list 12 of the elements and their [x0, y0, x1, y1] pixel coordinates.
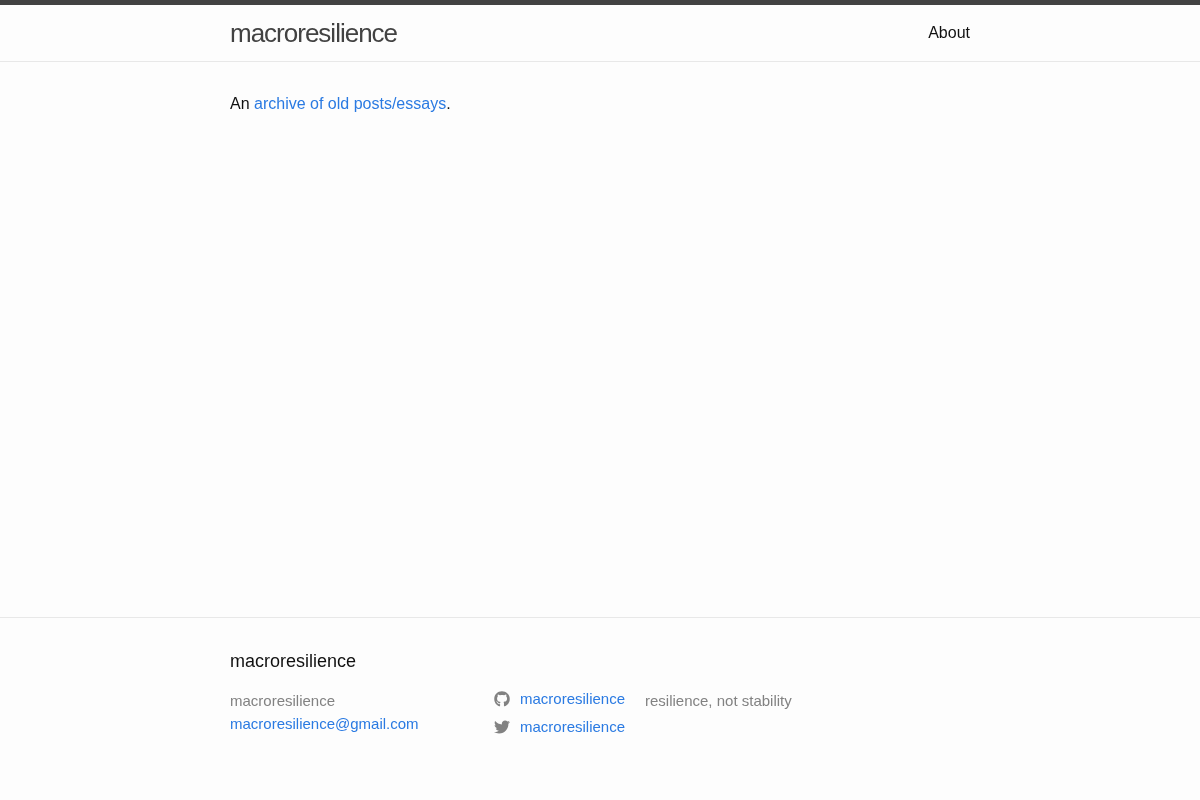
- social-link[interactable]: macroresilience: [520, 687, 626, 711]
- site-title[interactable]: macroresilience: [230, 5, 398, 61]
- intro-text: An archive of old posts/essays.: [230, 94, 451, 114]
- site-description: resilience, not stability: [645, 692, 792, 709]
- cat-silhouette-icon: [494, 691, 510, 707]
- social-link[interactable]: macroresilience: [520, 715, 626, 739]
- bird-icon: [494, 719, 510, 735]
- archive-link[interactable]: archive of old posts/essays: [254, 95, 447, 112]
- nav-link[interactable]: About: [928, 21, 970, 45]
- footer-heading: macroresilience: [230, 650, 357, 673]
- footer-name: macroresilience: [230, 691, 336, 711]
- email-link[interactable]: macroresilience@gmail.com: [230, 712, 419, 735]
